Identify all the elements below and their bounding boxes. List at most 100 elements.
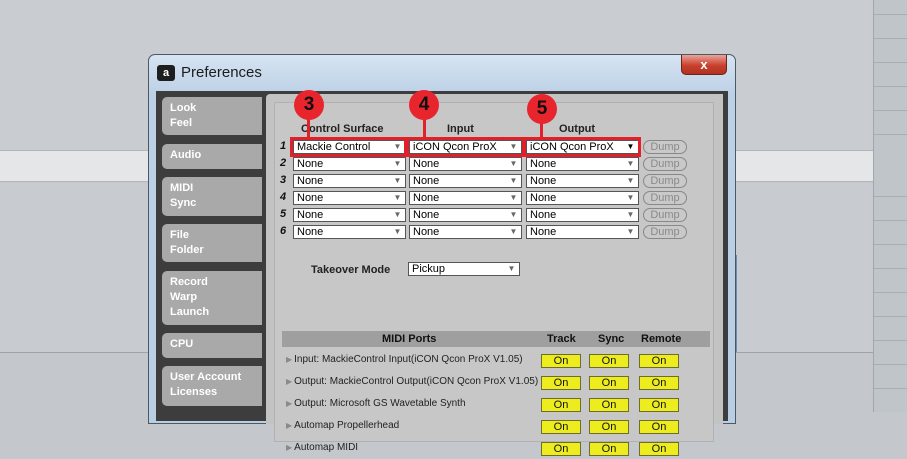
port-name[interactable]: ▶ Output: Microsoft GS Wavetable Synth (286, 398, 466, 409)
control-surface-select-2[interactable]: None ▼ (293, 157, 406, 171)
midi-port-row: ▶ Input: MackieControl Input(iCON Qcon Pr… (282, 351, 710, 371)
control-surface-select-4[interactable]: None ▼ (293, 191, 406, 205)
header-remote: Remote (641, 333, 682, 345)
track-on-button[interactable]: On (541, 420, 581, 434)
input-select-5[interactable]: None ▼ (409, 208, 522, 222)
row-number: 5 (280, 208, 287, 220)
control-surface-select-6[interactable]: None ▼ (293, 225, 406, 239)
tab-audio[interactable]: Audio (162, 144, 262, 169)
panel-divider (874, 38, 907, 39)
select-value: Pickup (412, 263, 446, 275)
remote-on-button[interactable]: On (639, 398, 679, 412)
control-surface-select-3[interactable]: None ▼ (293, 174, 406, 188)
dump-button-3[interactable]: Dump (643, 174, 687, 188)
port-name-text: Automap Propellerhead (294, 420, 400, 431)
select-value: None (530, 209, 557, 221)
remote-on-button[interactable]: On (639, 354, 679, 368)
header-control-surface: Control Surface (301, 123, 384, 135)
midi-port-row: ▶ Output: Microsoft GS Wavetable Synth On… (282, 395, 710, 415)
highlight-box-input (406, 137, 525, 157)
tab-label: User Account (170, 371, 242, 383)
expand-triangle-icon[interactable]: ▶ (286, 377, 292, 386)
select-value: None (297, 192, 324, 204)
tab-look-feel[interactable]: Look Feel (162, 97, 262, 135)
takeover-mode-select[interactable]: Pickup ▼ (408, 262, 520, 276)
chevron-down-icon: ▼ (509, 176, 518, 185)
sync-on-button[interactable]: On (589, 376, 629, 390)
sync-on-button[interactable]: On (589, 442, 629, 456)
track-on-button[interactable]: On (541, 354, 581, 368)
select-value: None (530, 192, 557, 204)
port-name[interactable]: ▶ Automap MIDI (286, 442, 358, 453)
panel-divider (874, 86, 907, 87)
tab-midi-sync[interactable]: MIDI Sync (162, 177, 262, 216)
tab-record-warp-launch[interactable]: Record Warp Launch (162, 271, 262, 325)
tab-label: Sync (170, 197, 197, 209)
expand-triangle-icon[interactable]: ▶ (286, 355, 292, 364)
port-name[interactable]: ▶ Input: MackieControl Input(iCON Qcon Pr… (286, 354, 523, 365)
row-number: 6 (280, 225, 287, 237)
midi-port-row: ▶ Output: MackieControl Output(iCON Qcon … (282, 373, 710, 393)
port-name-text: Input: MackieControl Input(iCON Qcon Pro… (294, 354, 523, 365)
remote-on-button[interactable]: On (639, 420, 679, 434)
output-select-4[interactable]: None ▼ (526, 191, 639, 205)
tab-label: Folder (170, 244, 204, 256)
sync-on-button[interactable]: On (589, 354, 629, 368)
input-select-6[interactable]: None ▼ (409, 225, 522, 239)
input-select-2[interactable]: None ▼ (409, 157, 522, 171)
dump-button-5[interactable]: Dump (643, 208, 687, 222)
port-name-text: Automap MIDI (294, 442, 359, 453)
track-on-button[interactable]: On (541, 442, 581, 456)
panel-inner: Control Surface Input Output 1 Mackie Co… (274, 90, 714, 456)
chevron-down-icon: ▼ (626, 227, 635, 236)
midi-sync-panel: Control Surface Input Output 1 Mackie Co… (266, 90, 723, 456)
dump-button-6[interactable]: Dump (643, 225, 687, 239)
midi-port-row: ▶ Automap MIDI On On On (282, 439, 710, 459)
row-number: 1 (280, 140, 287, 152)
panel-divider (874, 244, 907, 245)
header-input: Input (447, 123, 474, 135)
dump-button-2[interactable]: Dump (643, 157, 687, 171)
tab-label: Feel (170, 117, 193, 129)
tab-file-folder[interactable]: File Folder (162, 224, 262, 262)
chevron-down-icon: ▼ (509, 210, 518, 219)
expand-triangle-icon[interactable]: ▶ (286, 443, 292, 452)
midi-ports-header: MIDI Ports Track Sync Remote (282, 331, 710, 347)
panel-divider (874, 134, 907, 135)
row-number: 3 (280, 174, 287, 186)
dump-button-1[interactable]: Dump (643, 140, 687, 154)
select-value: None (413, 175, 440, 187)
chevron-down-icon: ▼ (626, 210, 635, 219)
sync-on-button[interactable]: On (589, 398, 629, 412)
track-on-button[interactable]: On (541, 376, 581, 390)
port-name[interactable]: ▶ Output: MackieControl Output(iCON Qcon … (286, 376, 538, 387)
expand-triangle-icon[interactable]: ▶ (286, 399, 292, 408)
input-select-3[interactable]: None ▼ (409, 174, 522, 188)
panel-divider (874, 62, 907, 63)
panel-divider (874, 110, 907, 111)
panel-divider (874, 196, 907, 197)
dump-button-4[interactable]: Dump (643, 191, 687, 205)
control-surface-select-5[interactable]: None ▼ (293, 208, 406, 222)
title-bar[interactable]: a Preferences x (149, 55, 735, 91)
chevron-down-icon: ▼ (626, 159, 635, 168)
output-select-6[interactable]: None ▼ (526, 225, 639, 239)
remote-on-button[interactable]: On (639, 442, 679, 456)
expand-triangle-icon[interactable]: ▶ (286, 421, 292, 430)
sync-on-button[interactable]: On (589, 420, 629, 434)
tab-label: CPU (170, 338, 194, 350)
tab-user-account-licenses[interactable]: User Account Licenses (162, 366, 262, 406)
output-select-3[interactable]: None ▼ (526, 174, 639, 188)
panel-divider (874, 388, 907, 389)
select-value: None (530, 226, 557, 238)
remote-on-button[interactable]: On (639, 376, 679, 390)
close-button[interactable]: x (681, 55, 727, 75)
port-name[interactable]: ▶ Automap Propellerhead (286, 420, 399, 431)
input-select-4[interactable]: None ▼ (409, 191, 522, 205)
output-select-2[interactable]: None ▼ (526, 157, 639, 171)
tab-cpu[interactable]: CPU (162, 333, 262, 358)
track-on-button[interactable]: On (541, 398, 581, 412)
background-right-panel (873, 0, 907, 412)
chevron-down-icon: ▼ (393, 159, 402, 168)
output-select-5[interactable]: None ▼ (526, 208, 639, 222)
